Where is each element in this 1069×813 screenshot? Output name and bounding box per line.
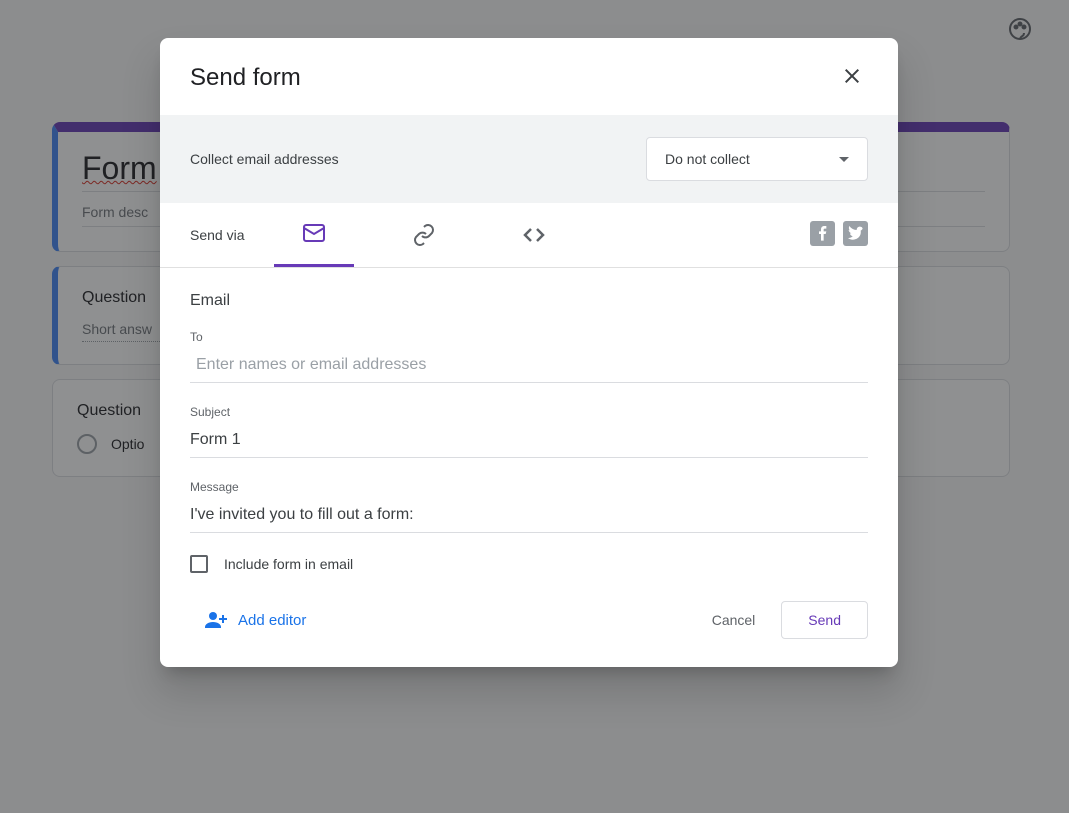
chevron-down-icon bbox=[839, 157, 849, 162]
message-input[interactable] bbox=[190, 498, 868, 533]
add-editor-button[interactable]: Add editor bbox=[190, 608, 306, 632]
include-form-label: Include form in email bbox=[224, 556, 353, 572]
add-editor-label: Add editor bbox=[238, 612, 306, 629]
to-input[interactable] bbox=[190, 348, 868, 383]
person-add-icon bbox=[204, 608, 228, 632]
tab-embed[interactable] bbox=[494, 223, 574, 266]
dropdown-selected: Do not collect bbox=[665, 151, 750, 167]
message-label: Message bbox=[190, 480, 868, 494]
collect-emails-label: Collect email addresses bbox=[190, 151, 339, 167]
cancel-button[interactable]: Cancel bbox=[702, 602, 766, 638]
twitter-share-button[interactable] bbox=[843, 221, 868, 246]
send-form-dialog: Send form Collect email addresses Do not… bbox=[160, 38, 898, 667]
facebook-icon bbox=[815, 226, 831, 242]
email-heading: Email bbox=[190, 292, 868, 310]
collect-emails-dropdown[interactable]: Do not collect bbox=[646, 137, 868, 181]
dialog-title: Send form bbox=[190, 64, 301, 92]
embed-icon bbox=[522, 223, 546, 247]
subject-label: Subject bbox=[190, 405, 868, 419]
twitter-icon bbox=[848, 226, 864, 242]
facebook-share-button[interactable] bbox=[810, 221, 835, 246]
link-icon bbox=[412, 223, 436, 247]
tab-link[interactable] bbox=[384, 223, 464, 266]
send-button[interactable]: Send bbox=[781, 601, 868, 639]
to-label: To bbox=[190, 330, 868, 344]
include-form-checkbox[interactable] bbox=[190, 555, 208, 573]
close-button[interactable] bbox=[836, 60, 868, 95]
close-icon bbox=[840, 64, 864, 88]
subject-input[interactable] bbox=[190, 423, 868, 458]
tab-email[interactable] bbox=[274, 221, 354, 267]
send-via-label: Send via bbox=[190, 227, 244, 261]
mail-icon bbox=[302, 221, 326, 245]
